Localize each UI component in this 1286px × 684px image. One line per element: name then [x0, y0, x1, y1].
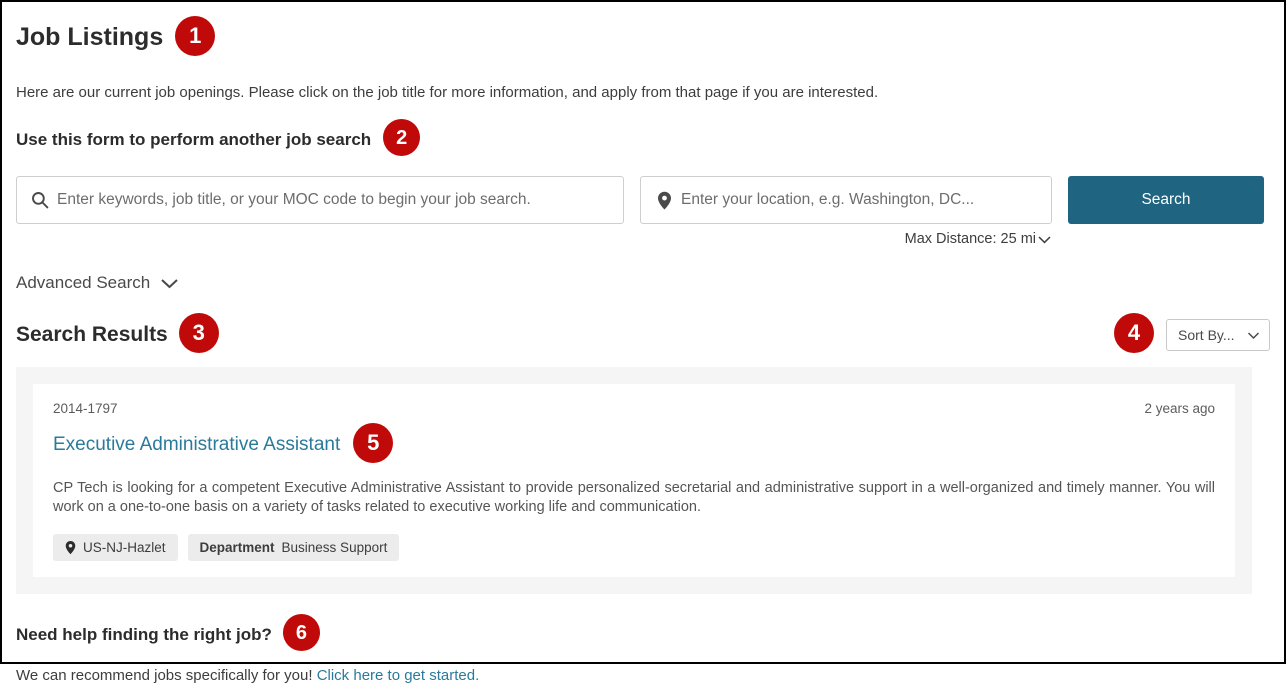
max-distance-label: Max Distance: 25 mi: [904, 231, 1036, 247]
results-title: Search Results 3: [16, 313, 219, 355]
chevron-down-icon: [1037, 234, 1052, 245]
callout-badge-3: 3: [178, 313, 219, 353]
search-row: Enter keywords, job title, or your MOC c…: [16, 176, 1270, 247]
job-location-text: US-NJ-Hazlet: [83, 540, 166, 556]
job-listings-page: Job Listings 1 Here are our current job …: [0, 0, 1286, 684]
job-description: CP Tech is looking for a competent Execu…: [53, 480, 1215, 516]
search-button[interactable]: Search: [1068, 176, 1264, 224]
intro-text: Here are our current job openings. Pleas…: [16, 84, 879, 101]
results-header: Search Results 3 4 Sort By...: [16, 313, 1270, 355]
job-title-text: Executive Administrative Assistant: [53, 433, 341, 455]
map-pin-icon: [65, 540, 76, 555]
location-placeholder: Enter your location, e.g. Washington, DC…: [681, 191, 975, 208]
sort-wrap: 4 Sort By...: [1114, 313, 1270, 355]
results-panel: 2014-1797 2 years ago Executive Administ…: [16, 367, 1252, 595]
search-form-heading: Use this form to perform another job sea…: [16, 119, 1270, 158]
search-form-heading-text: Use this form to perform another job sea…: [16, 129, 372, 149]
advanced-search-label: Advanced Search: [16, 273, 151, 292]
page-title-text: Job Listings: [16, 23, 164, 52]
job-posted-date: 2 years ago: [1144, 401, 1215, 416]
job-department-tag: Department Business Support: [187, 534, 400, 562]
location-input[interactable]: Enter your location, e.g. Washington, DC…: [640, 176, 1052, 224]
map-pin-icon: [655, 191, 673, 209]
callout-badge-2: 2: [383, 119, 421, 156]
job-result-card[interactable]: 2014-1797 2 years ago Executive Administ…: [33, 384, 1235, 578]
get-started-link[interactable]: Click here to get started.: [317, 667, 480, 684]
help-title-text: Need help finding the right job?: [16, 624, 272, 644]
job-department-value: Business Support: [281, 540, 388, 556]
sort-by-select[interactable]: Sort By...: [1166, 319, 1270, 351]
help-text: We can recommend jobs specifically for y…: [16, 667, 313, 684]
job-department-label: Department: [199, 540, 275, 556]
location-column: Enter your location, e.g. Washington, DC…: [640, 176, 1052, 247]
advanced-search-toggle[interactable]: Advanced Search: [16, 273, 180, 293]
job-card-header: 2014-1797 2 years ago: [53, 401, 1215, 416]
job-requisition-id: 2014-1797: [53, 401, 118, 416]
chevron-down-icon: [159, 276, 180, 290]
help-title: Need help finding the right job? 6: [16, 614, 1270, 653]
keywords-placeholder: Enter keywords, job title, or your MOC c…: [57, 191, 531, 208]
job-tag-row: US-NJ-Hazlet Department Business Support: [53, 534, 1215, 562]
job-title-link[interactable]: Executive Administrative Assistant 5: [53, 423, 1215, 465]
callout-badge-4: 4: [1114, 313, 1154, 353]
keywords-input[interactable]: Enter keywords, job title, or your MOC c…: [16, 176, 624, 224]
callout-badge-5: 5: [353, 423, 394, 463]
max-distance-selector[interactable]: Max Distance: 25 mi: [905, 231, 1052, 247]
help-text-row: We can recommend jobs specifically for y…: [16, 667, 1270, 684]
results-title-text: Search Results: [16, 323, 168, 346]
callout-badge-1: 1: [175, 16, 216, 56]
callout-badge-6: 6: [282, 614, 320, 652]
search-icon: [31, 191, 49, 209]
chevron-down-icon: [1247, 331, 1260, 340]
job-location-tag: US-NJ-Hazlet: [53, 534, 178, 562]
page-title: Job Listings 1: [16, 16, 1270, 58]
sort-by-label: Sort By...: [1178, 327, 1235, 343]
